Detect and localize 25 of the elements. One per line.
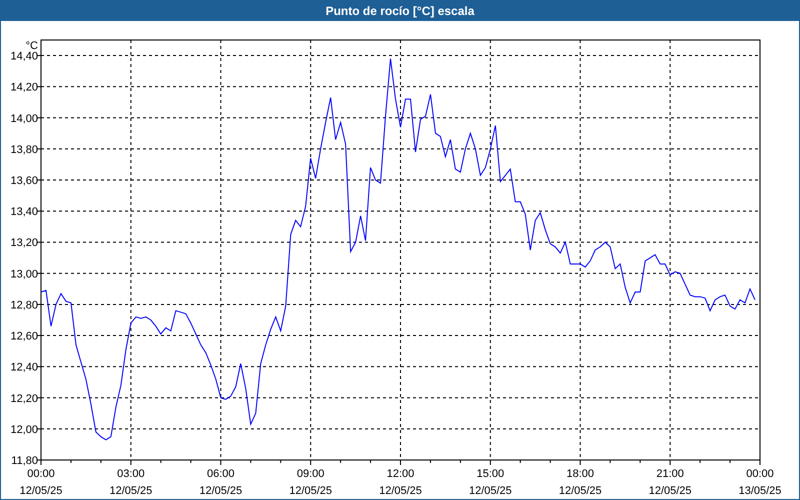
axis-label: 00:00 12/05/25 <box>20 468 62 497</box>
axis-label: 14,00 <box>10 112 38 125</box>
axis-label: 14,40 <box>10 50 38 63</box>
axis-label: 13,60 <box>10 175 38 187</box>
axis-label: 12,00 <box>10 424 38 436</box>
axis-label: 15:00 12/05/25 <box>468 468 512 497</box>
axis-label: 14,20 <box>10 82 38 94</box>
axis-label: 12,60 <box>10 330 38 343</box>
axis-label: 09:00 12/05/25 <box>289 468 332 497</box>
axis-label: 12,20 <box>10 392 38 405</box>
axis-label: 13,80 <box>10 144 38 156</box>
axis-label: 13,20 <box>10 237 38 250</box>
axis-label: 12:00 12/05/25 <box>379 468 422 497</box>
unit-label: °C <box>26 40 38 52</box>
axis-label: 03:00 12/05/25 <box>109 468 152 497</box>
window-title: Punto de rocío [°C] escala <box>324 2 476 20</box>
axis-label: 18:00 12/05/25 <box>558 468 602 497</box>
axis-label: 13,00 <box>10 268 38 280</box>
axis-label: 13,40 <box>10 206 38 218</box>
axis-label: 12,40 <box>10 362 38 374</box>
axis-label: 00:00 13/05/25 <box>738 468 782 497</box>
axis-label: 12,80 <box>10 299 38 312</box>
axis-label: 06:00 12/05/25 <box>199 468 242 497</box>
axis-label: 11,80 <box>11 455 38 467</box>
axis-label: 21:00 12/05/25 <box>648 468 692 497</box>
